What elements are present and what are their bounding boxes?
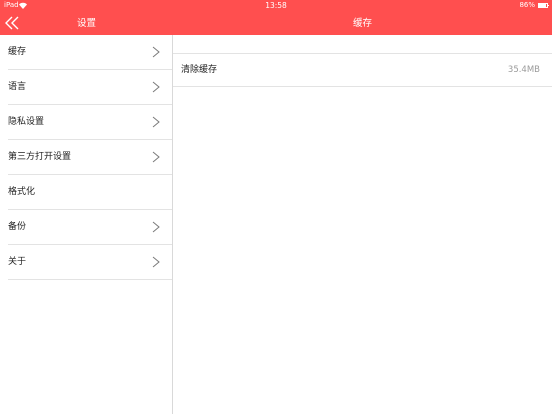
cache-size-value: 35.4MB (507, 65, 540, 75)
chevron-right-icon (152, 151, 160, 163)
chevron-right-icon (152, 221, 160, 233)
chevron-right-icon (152, 46, 160, 58)
chevron-right-icon (152, 116, 160, 128)
page-title: 缓存 (352, 18, 372, 29)
settings-sidebar: 缓存 语言 隐私设置 第三方打开设置 格式化 备份 关于 (0, 35, 173, 414)
chevron-right-icon (152, 81, 160, 93)
sidebar-item-language[interactable]: 语言 (8, 70, 172, 105)
sidebar-title: 设置 (76, 18, 96, 29)
chevron-right-icon (152, 256, 160, 268)
sidebar-item-label: 备份 (8, 222, 27, 232)
sidebar-item-format[interactable]: 格式化 (8, 175, 172, 210)
status-time: 13:58 (265, 1, 287, 10)
cache-detail-panel: 清除缓存 35.4MB (173, 35, 552, 414)
sidebar-item-label: 第三方打开设置 (8, 152, 72, 162)
sidebar-item-label: 隐私设置 (8, 117, 45, 127)
clear-cache-row[interactable]: 清除缓存 35.4MB (173, 53, 552, 87)
sidebar-item-third-party-open[interactable]: 第三方打开设置 (8, 140, 172, 175)
status-bar: iPad 13:58 86% (0, 0, 552, 11)
sidebar-item-about[interactable]: 关于 (8, 245, 172, 280)
battery-percentage: 86% (519, 1, 535, 9)
sidebar-item-privacy[interactable]: 隐私设置 (8, 105, 172, 140)
clear-cache-label: 清除缓存 (181, 65, 218, 75)
sidebar-item-cache[interactable]: 缓存 (8, 35, 172, 70)
sidebar-item-label: 缓存 (8, 47, 27, 57)
sidebar-item-label: 格式化 (8, 187, 36, 197)
sidebar-item-label: 语言 (8, 82, 27, 92)
sidebar-item-backup[interactable]: 备份 (8, 210, 172, 245)
navigation-bar: iPad 13:58 86% 设置 缓存 (0, 0, 552, 35)
sidebar-item-label: 关于 (8, 257, 27, 267)
battery-icon (538, 3, 549, 8)
